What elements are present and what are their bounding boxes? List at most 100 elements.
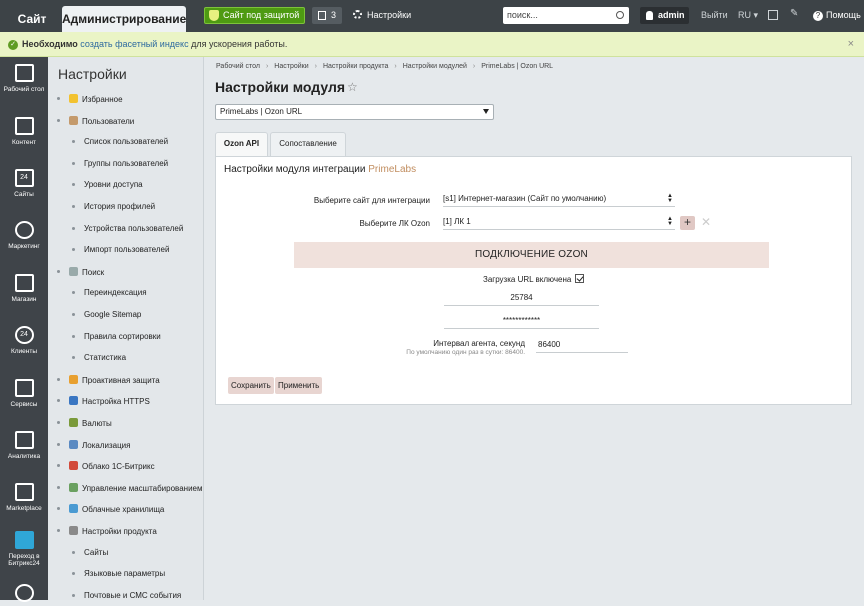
user-icon bbox=[646, 11, 653, 20]
menu-item-label: Управление масштабированием bbox=[82, 483, 203, 493]
menu-item-14[interactable]: Настройка HTTPS bbox=[57, 396, 150, 407]
menu-item-21[interactable]: Сайты bbox=[72, 548, 108, 557]
menu-item-15[interactable]: Валюты bbox=[57, 418, 112, 428]
bullet-icon bbox=[72, 334, 75, 338]
sidebar-item-label: Контент bbox=[11, 139, 37, 146]
menu-item-4[interactable]: Уровни доступа bbox=[72, 180, 143, 190]
menu-item-0[interactable]: Избранное bbox=[57, 94, 123, 104]
sidebar-item-0[interactable]: Рабочий стол bbox=[0, 64, 48, 93]
target-icon bbox=[14, 221, 34, 239]
bullet-icon bbox=[72, 356, 75, 360]
search-input[interactable]: поиск... bbox=[503, 7, 629, 24]
sidebar-item-2[interactable]: 24 Сайты bbox=[0, 169, 48, 198]
breadcrumb-item[interactable]: Настройки модулей bbox=[403, 63, 467, 70]
menu-item-11[interactable]: Правила сортировки bbox=[72, 332, 161, 341]
notifications-button[interactable]: 3 bbox=[312, 7, 342, 24]
menu-item-label: Статистика bbox=[84, 353, 127, 363]
user-button[interactable]: admin bbox=[640, 7, 689, 24]
delete-icon[interactable]: ✕ bbox=[701, 215, 711, 229]
pin-icon[interactable]: ✎ bbox=[790, 8, 800, 19]
menu-item-9[interactable]: Переиндексация bbox=[72, 288, 147, 297]
close-icon[interactable]: × bbox=[848, 32, 854, 57]
breadcrumb-item[interactable]: Настройки продукта bbox=[323, 63, 388, 70]
add-button[interactable]: + bbox=[680, 216, 695, 230]
menu-item-12[interactable]: Статистика bbox=[72, 353, 127, 363]
menu-item-label: Список пользователей bbox=[84, 137, 169, 147]
bullet-icon bbox=[57, 377, 60, 381]
sidebar-item-9[interactable]: Переход в Битрикс24 bbox=[0, 531, 48, 567]
menu-item-3[interactable]: Группы пользователей bbox=[72, 159, 168, 168]
menu-item-label: Настройка HTTPS bbox=[82, 397, 150, 407]
breadcrumb-separator: › bbox=[394, 63, 397, 70]
sidebar-item-6[interactable]: Сервисы bbox=[0, 379, 48, 408]
sidebar-item-4[interactable]: Магазин bbox=[0, 274, 48, 303]
breadcrumb-separator: › bbox=[472, 63, 476, 70]
select-arrows-icon: ▲ ▼ bbox=[667, 216, 673, 227]
brand-name: PrimeLabs bbox=[368, 164, 417, 175]
menu-item-18[interactable]: Управление масштабированием bbox=[57, 482, 203, 493]
menu-item-10[interactable]: Google Sitemap bbox=[72, 310, 141, 319]
notification-count: 3 bbox=[331, 10, 337, 20]
sidebar-item-3[interactable]: Маркетинг bbox=[0, 221, 48, 250]
sidebar-item-1[interactable]: Контент bbox=[0, 117, 48, 146]
site-protection-button[interactable]: Сайт под защитой bbox=[204, 7, 305, 24]
menu-item-22[interactable]: Языковые параметры bbox=[72, 569, 165, 578]
tab-site[interactable]: Сайт bbox=[6, 6, 58, 32]
menu-item-16[interactable]: Локализация bbox=[57, 439, 130, 450]
breadcrumb-item[interactable]: Настройки bbox=[274, 63, 308, 70]
settings-link[interactable]: Настройки bbox=[353, 7, 411, 24]
menu-item-6[interactable]: Устройства пользователей bbox=[72, 224, 183, 233]
menu-item-label: Настройки продукта bbox=[82, 527, 157, 536]
sidebar-item-label: Клиенты bbox=[10, 348, 38, 355]
menu-item-icon bbox=[69, 504, 78, 514]
window-icon[interactable] bbox=[768, 10, 778, 20]
client-id-input[interactable]: 25784 bbox=[444, 292, 599, 306]
search-icon[interactable] bbox=[616, 11, 624, 19]
menu-item-1[interactable]: Пользователи bbox=[57, 115, 134, 126]
module-select[interactable]: PrimeLabs | Ozon URL bbox=[215, 104, 494, 120]
apply-button[interactable]: Применить bbox=[275, 377, 323, 394]
star-icon[interactable]: ☆ bbox=[347, 80, 358, 94]
tab-mapping[interactable]: Сопоставление bbox=[270, 132, 346, 156]
menu-item-17[interactable]: Облако 1С-Битрикс bbox=[57, 461, 155, 472]
breadcrumb-item[interactable]: PrimeLabs | Ozon URL bbox=[481, 63, 553, 70]
api-key-input[interactable]: ************ bbox=[444, 315, 599, 329]
save-button[interactable]: Сохранить bbox=[228, 377, 274, 394]
bullet-icon bbox=[72, 291, 75, 295]
menu-item-label: Облако 1С-Битрикс bbox=[82, 462, 155, 472]
menu-item-13[interactable]: Проактивная защита bbox=[57, 374, 160, 385]
logout-link[interactable]: Выйти bbox=[701, 7, 728, 24]
interval-input[interactable]: 86400 bbox=[536, 339, 628, 353]
url-load-checkbox[interactable] bbox=[575, 274, 585, 283]
site-select[interactable]: [s1] Интернет-магазин (Сайт по умолчанию… bbox=[443, 193, 675, 207]
menu-item-19[interactable]: Облачные хранилища bbox=[57, 504, 164, 514]
tab-admin[interactable]: Администрирование bbox=[62, 6, 186, 32]
alert-link[interactable]: создать фасетный индекс bbox=[80, 39, 188, 49]
settings-menu: Настройки Избранное Пользователи Список по… bbox=[48, 57, 204, 600]
menu-item-label: Уровни доступа bbox=[84, 180, 143, 190]
search-placeholder: поиск... bbox=[507, 10, 538, 20]
sidebar-item-8[interactable]: Marketplace bbox=[0, 483, 48, 512]
menu-item-20[interactable]: Настройки продукта bbox=[57, 526, 157, 536]
bullet-icon bbox=[57, 97, 60, 100]
menu-item-5[interactable]: История профилей bbox=[72, 202, 156, 211]
sidebar-item-10[interactable] bbox=[0, 584, 48, 606]
language-select[interactable]: RU ▾ bbox=[738, 7, 758, 24]
sidebar-item-7[interactable]: Аналитика bbox=[0, 431, 48, 460]
menu-item-23[interactable]: Почтовые и СМС события bbox=[72, 591, 181, 600]
sidebar-item-label: Магазин bbox=[11, 296, 37, 303]
alert-bar: ✓ Необходимо создать фасетный индекс для… bbox=[0, 32, 864, 57]
menu-item-label: История профилей bbox=[84, 202, 156, 211]
menu-item-8[interactable]: Поиск bbox=[57, 266, 104, 277]
bullet-icon bbox=[57, 442, 60, 446]
menu-item-7[interactable]: Импорт пользователей bbox=[72, 245, 169, 254]
breadcrumb-item[interactable]: Рабочий стол bbox=[216, 63, 260, 70]
url-load-label: Загрузка URL включена bbox=[483, 275, 572, 284]
help-link[interactable]: ? Помощь bbox=[813, 7, 861, 24]
menu-item-icon bbox=[69, 94, 78, 103]
menu-item-2[interactable]: Список пользователей bbox=[72, 137, 169, 147]
layers-icon bbox=[14, 379, 34, 397]
tab-ozon-api[interactable]: Ozon API bbox=[215, 132, 268, 158]
sidebar-item-5[interactable]: 24 Клиенты bbox=[0, 326, 48, 355]
lk-select[interactable]: [1] ЛК 1 ▲ ▼ bbox=[443, 216, 675, 230]
